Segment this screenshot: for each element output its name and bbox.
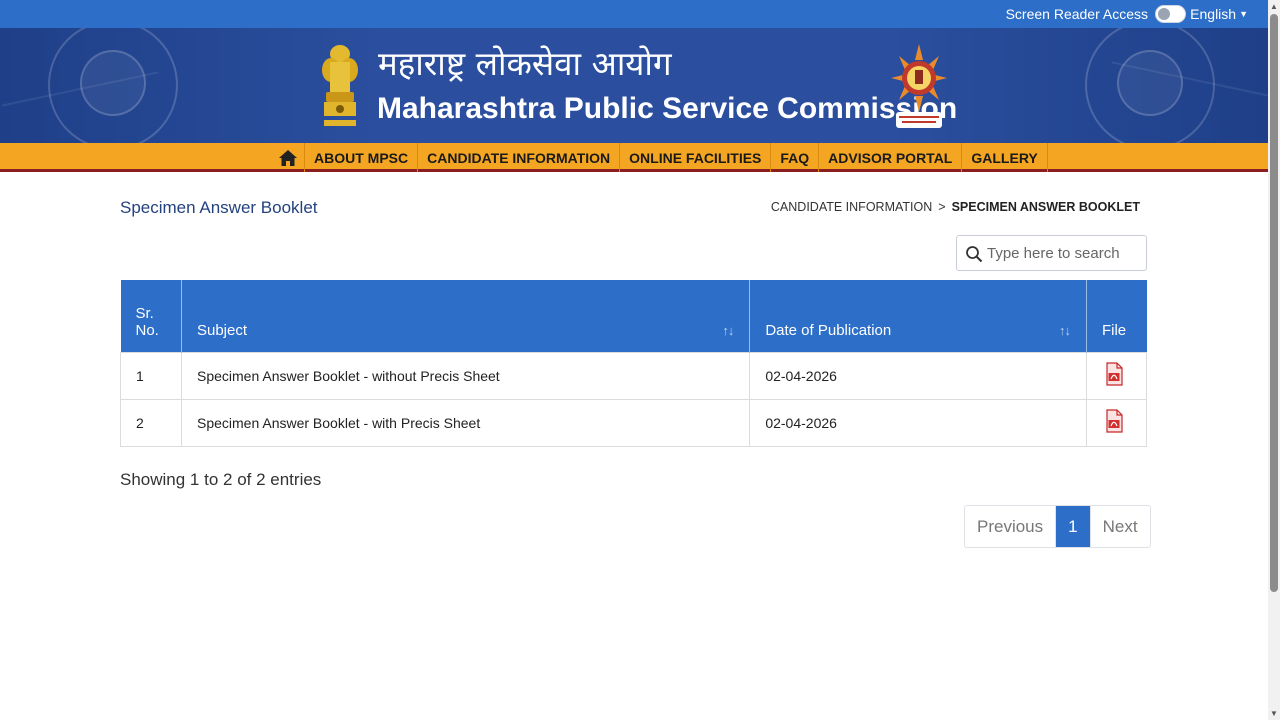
nav-online-facilities[interactable]: ONLINE FACILITIES — [619, 143, 770, 172]
nav-home-link[interactable] — [272, 143, 304, 172]
cell-sr: 1 — [120, 351, 182, 400]
nav-gallery[interactable]: GALLERY — [961, 143, 1048, 172]
pdf-file-icon[interactable] — [1105, 409, 1123, 433]
language-dropdown[interactable]: English ▼ — [1190, 6, 1248, 22]
sort-icon: ↑↓ — [1058, 322, 1071, 338]
banner-decoration-right-inner — [1117, 50, 1183, 116]
title-hindi: महाराष्ट्र लोकसेवा आयोग — [378, 44, 672, 83]
vertical-scrollbar[interactable]: ▲ ▼ — [1268, 0, 1280, 720]
ashoka-emblem-icon — [322, 45, 358, 126]
breadcrumb-parent-link[interactable]: CANDIDATE INFORMATION — [771, 200, 932, 214]
nav-about-mpsc[interactable]: ABOUT MPSC — [304, 143, 417, 172]
pagination: Previous 1 Next — [964, 505, 1151, 548]
nav-advisor-portal[interactable]: ADVISOR PORTAL — [818, 143, 961, 172]
header-sr-line1: Sr. — [135, 304, 154, 322]
table-info: Showing 1 to 2 of 2 entries — [120, 470, 322, 489]
nav-menu: ABOUT MPSC CANDIDATE INFORMATION ONLINE … — [272, 143, 1048, 172]
table-header-row: Sr. No. Subject ↑↓ Date of Publication ↑↓ F… — [120, 280, 1147, 352]
screen-reader-label: Screen Reader Access — [1005, 6, 1148, 22]
header-banner: महाराष्ट्र लोकसेवा आयोग Maharashtra Publ… — [0, 28, 1268, 143]
nav-candidate-information[interactable]: CANDIDATE INFORMATION — [417, 143, 619, 172]
cell-file — [1085, 398, 1148, 447]
title-english: Maharashtra Public Service Commission — [377, 92, 958, 125]
search-icon — [966, 246, 983, 263]
breadcrumb: CANDIDATE INFORMATION > SPECIMEN ANSWER BO… — [771, 200, 1140, 214]
sort-icon: ↑↓ — [722, 322, 734, 338]
breadcrumb-current: SPECIMEN ANSWER BOOKLET — [951, 200, 1140, 214]
header-file: File — [1086, 280, 1147, 352]
table-search — [956, 235, 1147, 271]
main-navigation: ABOUT MPSC CANDIDATE INFORMATION ONLINE … — [0, 143, 1268, 172]
page: Screen Reader Access English ▼ महाराष्ट्र… — [0, 0, 1280, 720]
header-sr-no[interactable]: Sr. No. — [120, 280, 182, 352]
header-subject-label: Subject — [196, 321, 248, 339]
top-utility-bar: Screen Reader Access English ▼ — [0, 0, 1268, 28]
header-subject[interactable]: Subject ↑↓ — [181, 280, 751, 352]
scroll-up-icon[interactable]: ▲ — [1270, 2, 1278, 11]
search-input[interactable] — [987, 237, 1143, 269]
cell-sr: 2 — [120, 398, 182, 447]
toggle-knob — [1158, 8, 1170, 20]
table-row: 1 Specimen Answer Booklet - without Prec… — [120, 351, 1148, 400]
cell-subject: Specimen Answer Booklet - without Precis… — [180, 351, 751, 400]
header-date[interactable]: Date of Publication ↑↓ — [749, 280, 1087, 352]
scrollbar-thumb[interactable] — [1270, 14, 1278, 592]
header-date-label: Date of Publication — [765, 321, 892, 339]
cell-file — [1085, 351, 1148, 400]
cell-date: 02-04-2026 — [749, 398, 1087, 447]
table-row: 2 Specimen Answer Booklet - with Precis … — [120, 398, 1148, 447]
pagination-next[interactable]: Next — [1089, 506, 1150, 547]
mpsc-seal-icon — [891, 44, 947, 128]
specimen-booklet-table: Sr. No. Subject ↑↓ Date of Publication ↑↓ F… — [120, 280, 1148, 447]
header-sr-line2: No. — [135, 321, 159, 339]
caret-down-icon: ▼ — [1239, 9, 1248, 19]
page-title: Specimen Answer Booklet — [120, 198, 318, 217]
language-label: English — [1190, 6, 1237, 22]
breadcrumb-separator: > — [938, 200, 946, 214]
pagination-previous[interactable]: Previous — [965, 506, 1057, 547]
pdf-file-icon[interactable] — [1105, 362, 1123, 386]
cell-subject: Specimen Answer Booklet - with Precis Sh… — [180, 398, 751, 447]
pagination-page-1[interactable]: 1 — [1056, 506, 1090, 547]
nav-faq[interactable]: FAQ — [770, 143, 818, 172]
scroll-down-icon[interactable]: ▼ — [1270, 709, 1278, 718]
screen-reader-toggle[interactable] — [1155, 5, 1186, 23]
home-icon — [279, 149, 297, 166]
cell-date: 02-04-2026 — [749, 351, 1087, 400]
